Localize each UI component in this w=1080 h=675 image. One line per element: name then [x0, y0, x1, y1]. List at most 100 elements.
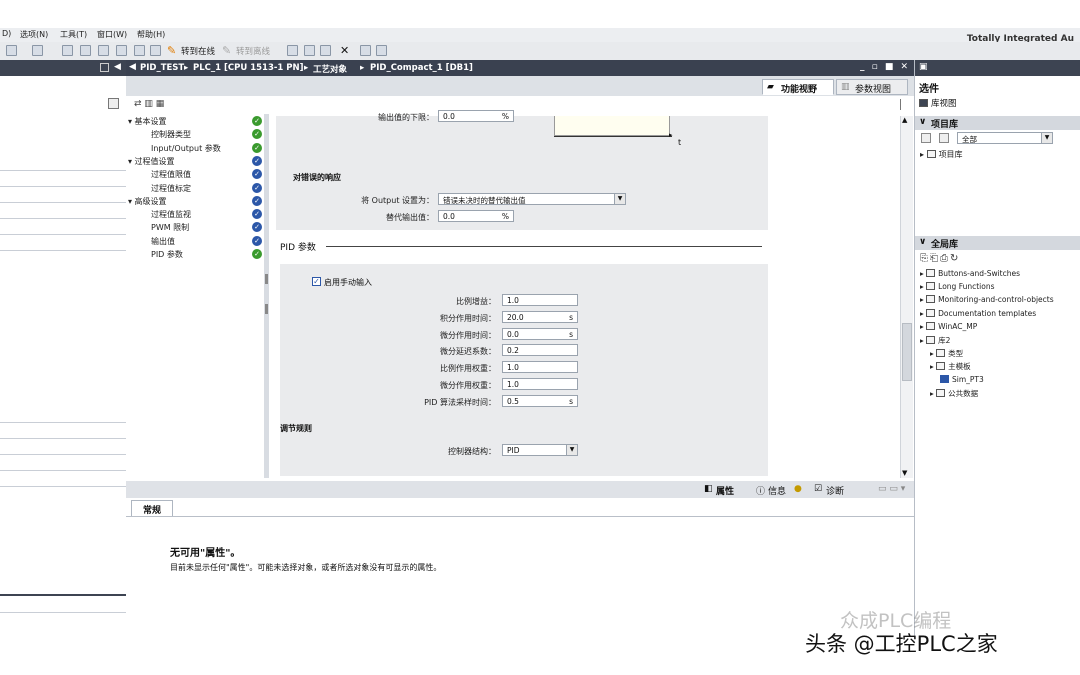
library-icon: [926, 295, 936, 304]
tab-info[interactable]: 信息: [768, 484, 786, 497]
go-offline-button[interactable]: 转到离线: [236, 45, 270, 57]
library-node[interactable]: ▸ Documentation templates: [920, 308, 1036, 318]
split-vertical-icon[interactable]: [376, 45, 387, 56]
split-editor-icon[interactable]: [320, 45, 331, 56]
stop-icon[interactable]: [150, 45, 161, 56]
nav-toolbar-icons[interactable]: ⇄ ▥ ▦: [134, 99, 164, 109]
scroll-down-icon[interactable]: ▼: [902, 469, 907, 477]
tab-diagnostics[interactable]: 诊断: [826, 484, 844, 497]
nav-item[interactable]: PID 参数: [151, 249, 183, 260]
config-content: 输出值的下限： 0.0% ▸ t 对错误的响应 将 Output 设置为： 错误…: [270, 96, 900, 480]
pid-param-unit: s: [569, 396, 573, 406]
breadcrumb-tech-objects[interactable]: 工艺对象: [313, 63, 347, 75]
nav-item[interactable]: 输出值: [151, 236, 175, 247]
chevron-down-icon: ▼: [614, 194, 625, 204]
tab-parameter-view[interactable]: ▥ 参数视图: [836, 79, 908, 95]
check-info-icon: ✓: [252, 222, 262, 233]
pid-param-label: 比例增益：: [456, 297, 496, 306]
nav-item[interactable]: 过程值限值: [151, 169, 191, 180]
cross-reference-icon[interactable]: [304, 45, 315, 56]
monitor-icon[interactable]: [134, 45, 145, 56]
nav-item[interactable]: Input/Output 参数: [151, 143, 221, 154]
pid-param-input[interactable]: 0.2: [502, 344, 578, 357]
redo-icon[interactable]: [32, 45, 43, 56]
upload-icon[interactable]: [98, 45, 109, 56]
nav-item[interactable]: 过程值监视: [151, 209, 191, 220]
download-icon[interactable]: [80, 45, 91, 56]
library-node[interactable]: ▸ 公共数据: [930, 388, 978, 399]
tab-function-view[interactable]: ▰ 功能视野: [762, 79, 834, 95]
manual-entry-checkbox[interactable]: ✓: [312, 277, 321, 286]
pid-param-input[interactable]: 1.0: [502, 361, 578, 374]
open-library-icon[interactable]: [921, 133, 931, 143]
menu-item-options[interactable]: 选项(N): [20, 29, 48, 40]
library-node[interactable]: ▸ 主模板: [930, 361, 971, 372]
tab-properties[interactable]: 属性: [716, 484, 734, 497]
nav-splitter[interactable]: [264, 114, 269, 478]
check-ok-icon: ✓: [252, 142, 262, 153]
pid-param-input[interactable]: 0.5 s: [502, 394, 578, 407]
project-library-header[interactable]: ∨ 项目库: [915, 116, 1080, 130]
library-filter-icon[interactable]: [939, 133, 949, 143]
nav-item[interactable]: ▾ 高级设置: [128, 196, 167, 207]
library-node[interactable]: ▸ Buttons-and-Switches: [920, 269, 1020, 278]
window-controls[interactable]: _ ▫ ■ ✕: [860, 62, 910, 72]
split-horizontal-icon[interactable]: [360, 45, 371, 56]
compile-icon[interactable]: [62, 45, 73, 56]
nav-item[interactable]: 过程值标定: [151, 183, 191, 194]
scroll-up-icon[interactable]: ▲: [902, 116, 907, 124]
substitute-output-input[interactable]: 0.0%: [438, 210, 514, 222]
tab-general[interactable]: 常规: [131, 500, 173, 516]
inspector-controls[interactable]: ▭ ▭ ▾: [878, 484, 905, 494]
nav-item[interactable]: PWM 限制: [151, 222, 189, 233]
chevron-down-icon: ▼: [1041, 133, 1052, 143]
close-icon[interactable]: ✕: [340, 44, 349, 57]
pane-minimize-icon[interactable]: [100, 63, 109, 72]
pid-param-input[interactable]: 1.0: [502, 294, 578, 306]
pid-param-label: 微分作用权重：: [440, 381, 496, 390]
library-icon: [936, 349, 946, 358]
collapse-left-icon[interactable]: ◀: [114, 62, 121, 72]
global-library-header[interactable]: ∨ 全局库: [915, 236, 1080, 250]
nav-item[interactable]: ▾ 过程值设置: [128, 156, 175, 167]
pid-param-input[interactable]: 1.0: [502, 378, 578, 390]
project-library-node[interactable]: ▸ 项目库: [920, 149, 963, 160]
editor-scrollbar[interactable]: ▲ ▼: [900, 116, 913, 478]
library-node[interactable]: ▸ Monitoring-and-control-objects: [920, 295, 1054, 304]
breadcrumb-db[interactable]: PID_Compact_1 [DB1]: [370, 63, 473, 73]
chevron-down-icon: ∨: [919, 237, 927, 247]
pid-param-input[interactable]: 20.0 s: [502, 310, 578, 323]
menu-item-prev[interactable]: D): [2, 29, 11, 38]
tab-function-view-label: 功能视野: [781, 85, 818, 95]
tab-parameter-view-label: 参数视图: [855, 85, 892, 95]
library-filter-select[interactable]: 全部 ▼: [957, 132, 1053, 144]
nav-item[interactable]: ▾ 基本设置: [128, 116, 167, 127]
global-library-toolbar[interactable]: ⎘⎗⎙↻: [920, 253, 960, 264]
library-node[interactable]: ▸ 类型: [930, 348, 963, 359]
set-output-select[interactable]: 错误未决时的替代输出值 ▼: [438, 193, 626, 205]
library-node[interactable]: ▸ 库2: [920, 335, 950, 346]
accessible-devices-icon[interactable]: [287, 45, 298, 56]
simulation-icon[interactable]: [116, 45, 127, 56]
scroll-thumb[interactable]: [902, 323, 912, 381]
inspector-window: [126, 481, 914, 638]
library-icon: [926, 308, 936, 317]
library-node[interactable]: Sim_PT3: [940, 374, 984, 384]
go-online-button[interactable]: 转到在线: [181, 45, 215, 57]
menu-item-tools[interactable]: 工具(T): [60, 29, 87, 40]
output-lower-limit-input[interactable]: 0.0%: [438, 110, 514, 122]
breadcrumb-project[interactable]: PID_TEST: [140, 63, 184, 73]
library-node[interactable]: ▸ WinAC_MP: [920, 321, 977, 331]
menu-item-window[interactable]: 窗口(W): [97, 29, 127, 40]
controller-structure-select[interactable]: PID ▼: [502, 444, 578, 456]
menu-item-help[interactable]: 帮助(H): [137, 29, 165, 40]
undo-icon[interactable]: [6, 45, 17, 56]
nav-item[interactable]: 控制器类型: [151, 129, 191, 140]
library-view-button[interactable]: 库视图: [919, 97, 957, 109]
library-node[interactable]: ▸ Long Functions: [920, 282, 995, 291]
tree-toolbar-icon[interactable]: [108, 98, 119, 109]
go-offline-icon: ✎: [222, 44, 232, 57]
pid-param-input[interactable]: 0.0 s: [502, 327, 578, 340]
breadcrumb-plc[interactable]: PLC_1 [CPU 1513-1 PN]: [193, 63, 304, 73]
library-node-label: Buttons-and-Switches: [938, 269, 1021, 278]
